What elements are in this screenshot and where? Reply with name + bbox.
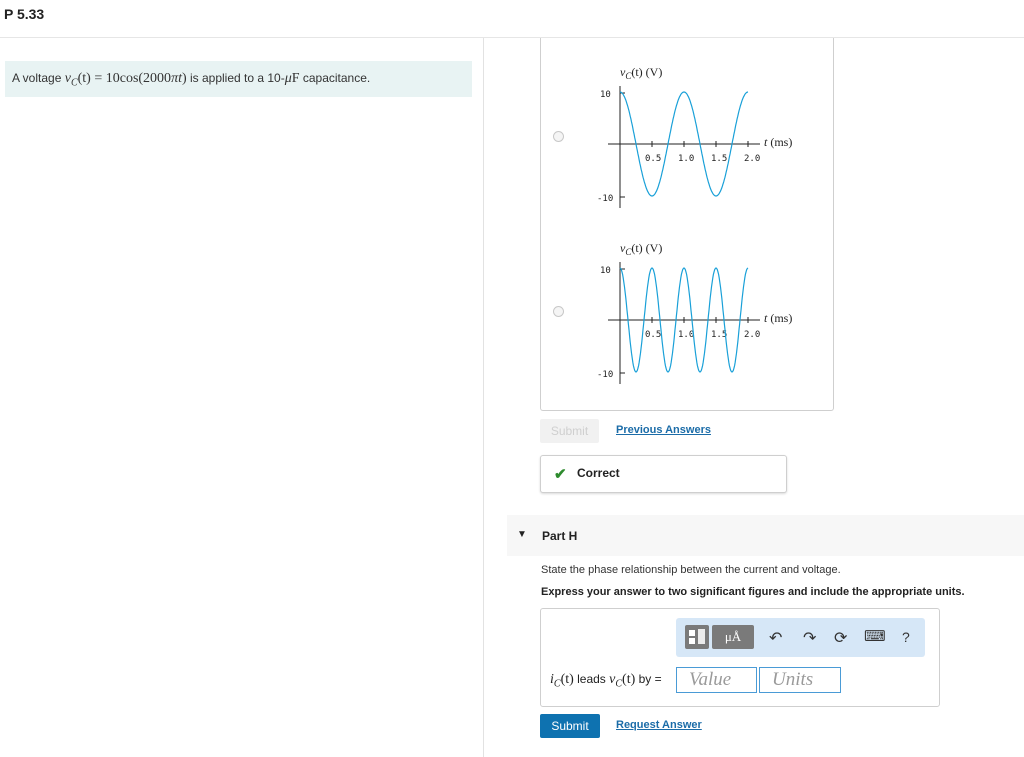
equation-toolbar: μÅ ↶ ↷ ⟳ ⌨ ? — [676, 618, 925, 657]
y-tick-label: 10 — [600, 266, 611, 276]
previous-answers-link[interactable]: Previous Answers — [616, 424, 711, 436]
keyboard-icon[interactable]: ⌨ — [864, 627, 886, 645]
checkmark-icon: ✔ — [554, 466, 567, 483]
problem-suffix: capacitance. — [299, 71, 371, 85]
y-tick-label: -10 — [597, 194, 613, 204]
choice-radio-1[interactable] — [553, 131, 564, 142]
help-icon[interactable]: ? — [902, 629, 910, 645]
x-tick-label: 1.5 — [711, 154, 727, 164]
var-targ: (t) — [560, 672, 574, 687]
instruction-text: Express your answer to two significant f… — [541, 586, 965, 598]
choice-radio-2[interactable] — [553, 306, 564, 317]
sub-c: C — [553, 678, 561, 690]
question-text: State the phase relationship between the… — [541, 564, 841, 576]
leads-text: leads — [573, 672, 610, 686]
part-header[interactable] — [507, 515, 1024, 556]
feedback-label: Correct — [577, 466, 620, 480]
part-title: Part H — [542, 529, 578, 543]
graph-xlabel: t (ms) — [764, 311, 792, 325]
sub-c: C — [70, 77, 78, 89]
y-tick-label: 10 — [600, 90, 611, 100]
x-tick-label: 1.0 — [678, 330, 694, 340]
problem-mid: is applied to a 10- — [186, 71, 285, 85]
choice-graph-2: vC(t) (V) 10 -10 0.5 1.0 1.5 2.0 t (ms) — [597, 241, 792, 384]
farad-unit: F — [291, 71, 300, 86]
units-button[interactable]: μÅ — [712, 625, 754, 649]
submit-button-disabled: Submit — [540, 419, 599, 443]
submit-button[interactable]: Submit — [540, 714, 600, 738]
mu-symbol: μ — [284, 71, 292, 86]
answer-label: iC(t) leads vC(t) by = — [550, 672, 662, 689]
var-vt: (t) — [622, 672, 636, 687]
graph-ylabel: vC(t) (V) — [620, 65, 662, 81]
graph-xlabel: t (ms) — [764, 135, 792, 149]
undo-icon[interactable]: ↶ — [769, 628, 782, 648]
page-title: P 5.33 — [4, 6, 45, 22]
graph-ylabel: vC(t) (V) — [620, 241, 662, 257]
x-tick-label: 2.0 — [744, 330, 760, 340]
title-divider — [0, 37, 1024, 38]
templates-icon[interactable] — [685, 625, 709, 649]
units-button-label: μÅ — [724, 629, 742, 644]
x-tick-label: 2.0 — [744, 154, 760, 164]
x-tick-label: 0.5 — [645, 154, 661, 164]
x-tick-label: 1.0 — [678, 154, 694, 164]
y-tick-label: -10 — [597, 370, 613, 380]
equation: = 10cos(2000 — [90, 71, 172, 86]
var-arg: (t) — [77, 71, 91, 86]
by-text: by = — [635, 672, 662, 686]
reset-icon[interactable]: ⟳ — [834, 628, 847, 648]
caret-down-icon[interactable]: ▼ — [517, 529, 527, 540]
x-tick-label: 0.5 — [645, 330, 661, 340]
redo-icon[interactable]: ↷ — [803, 628, 816, 648]
units-input[interactable]: Units — [759, 667, 841, 693]
choice-graph-1: vC(t) (V) 10 -10 0.5 1.0 1.5 2.0 t (ms) — [597, 65, 792, 208]
request-answer-link[interactable]: Request Answer — [616, 719, 702, 731]
problem-prefix: A voltage — [12, 71, 65, 85]
column-divider — [483, 38, 484, 757]
value-input[interactable]: Value — [676, 667, 757, 693]
problem-statement: A voltage vC(t) = 10cos(2000πt) is appli… — [12, 71, 370, 88]
